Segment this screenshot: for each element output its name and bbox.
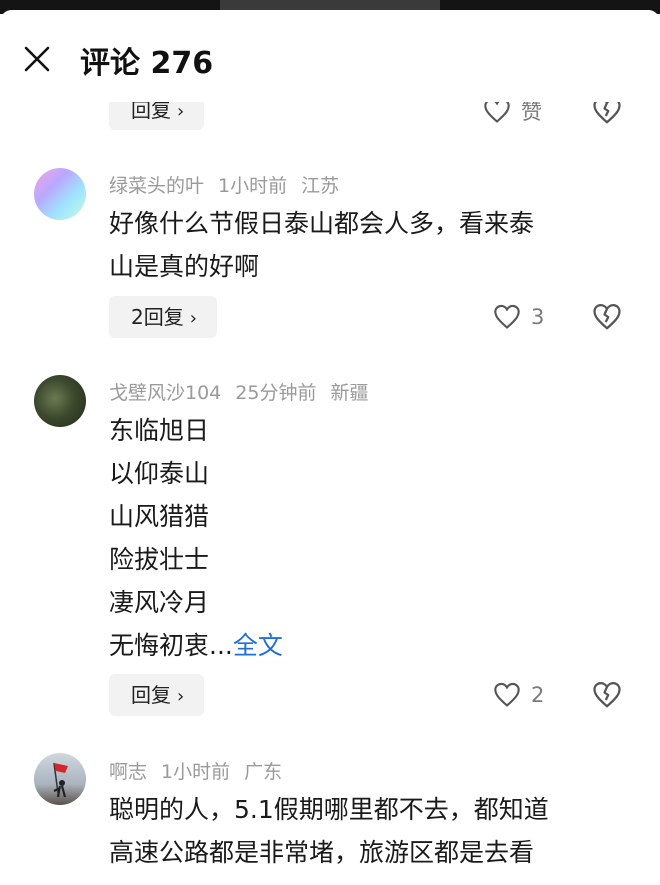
comment-meta: 啊志 1小时前 广东 bbox=[109, 757, 296, 784]
comment-line: 聪明的人，5.1假期哪里都不去，都知道 bbox=[109, 795, 549, 824]
flag-figure-image bbox=[53, 762, 68, 798]
comment-line: 东临旭日 bbox=[109, 416, 210, 445]
comment-line-last: 无悔初衷...全文 bbox=[109, 624, 629, 667]
comment-meta: 戈壁风沙104 25分钟前 新疆 bbox=[109, 378, 382, 405]
avatar[interactable] bbox=[34, 753, 86, 805]
like-count: 2 bbox=[531, 683, 545, 707]
comment-line-text: 无悔初衷... bbox=[109, 631, 233, 660]
avatar[interactable] bbox=[34, 375, 86, 427]
username[interactable]: 绿菜头的叶 bbox=[109, 175, 204, 197]
comment-text[interactable]: 好像什么节假日泰山都会人多，看来泰 山是真的好啊 bbox=[109, 202, 629, 288]
reply-button[interactable]: 2回复 › bbox=[109, 296, 217, 338]
reply-button[interactable]: 回复 › bbox=[109, 674, 205, 716]
comment-line: 好像什么节假日泰山都会人多，看来泰 bbox=[109, 209, 535, 238]
page-title: 评论 276 bbox=[80, 46, 214, 81]
timestamp: 25分钟前 bbox=[235, 382, 317, 404]
chevron-right-icon: › bbox=[177, 101, 185, 122]
location: 广东 bbox=[244, 761, 283, 783]
avatar[interactable] bbox=[34, 168, 86, 220]
location: 新疆 bbox=[330, 382, 369, 404]
like-button[interactable]: 3 bbox=[493, 302, 544, 332]
comment-text[interactable]: 东临旭日 以仰泰山 山风猎猎 险拔壮士 凄风冷月 无悔初衷...全文 bbox=[109, 409, 629, 667]
comment-line: 险拔壮士 bbox=[109, 545, 210, 574]
heart-icon bbox=[494, 682, 520, 707]
broken-heart-icon[interactable] bbox=[592, 302, 622, 332]
comment-line: 凄风冷月 bbox=[109, 588, 210, 617]
timestamp: 1小时前 bbox=[218, 175, 288, 197]
comment-text[interactable]: 聪明的人，5.1假期哪里都不去，都知道 高速公路都是非常堵，旅游区都是去看 bbox=[109, 788, 629, 874]
comment-line: 以仰泰山 bbox=[109, 459, 210, 488]
comment-list[interactable]: 回复 › 赞 绿菜头的叶 1小时前 江苏 好像什么节假日泰山都会人多，看来泰 山是真的… bbox=[0, 10, 660, 885]
comment-line: 山风猎猎 bbox=[109, 502, 210, 531]
broken-heart-icon[interactable] bbox=[592, 680, 622, 710]
comment-sheet: 回复 › 赞 绿菜头的叶 1小时前 江苏 好像什么节假日泰山都会人多，看来泰 山是真的… bbox=[0, 10, 660, 885]
chevron-right-icon: › bbox=[177, 686, 185, 707]
comment-line: 高速公路都是非常堵，旅游区都是去看 bbox=[109, 838, 535, 867]
reply-label: 回复 bbox=[131, 683, 171, 707]
comment-line: 山是真的好啊 bbox=[109, 252, 260, 281]
close-icon[interactable] bbox=[18, 40, 56, 78]
like-count: 3 bbox=[531, 305, 545, 329]
like-button[interactable]: 2 bbox=[493, 680, 544, 710]
username[interactable]: 啊志 bbox=[109, 761, 147, 783]
username[interactable]: 戈壁风沙104 bbox=[109, 382, 221, 404]
comment-meta: 绿菜头的叶 1小时前 江苏 bbox=[109, 171, 353, 198]
location: 江苏 bbox=[301, 175, 340, 197]
expand-full-text-link[interactable]: 全文 bbox=[233, 631, 283, 660]
heart-icon bbox=[494, 304, 520, 329]
timestamp: 1小时前 bbox=[161, 761, 231, 783]
reply-label: 2回复 bbox=[131, 305, 184, 329]
comment-sheet-header: 评论 276 bbox=[0, 10, 660, 102]
chevron-right-icon: › bbox=[189, 308, 197, 329]
